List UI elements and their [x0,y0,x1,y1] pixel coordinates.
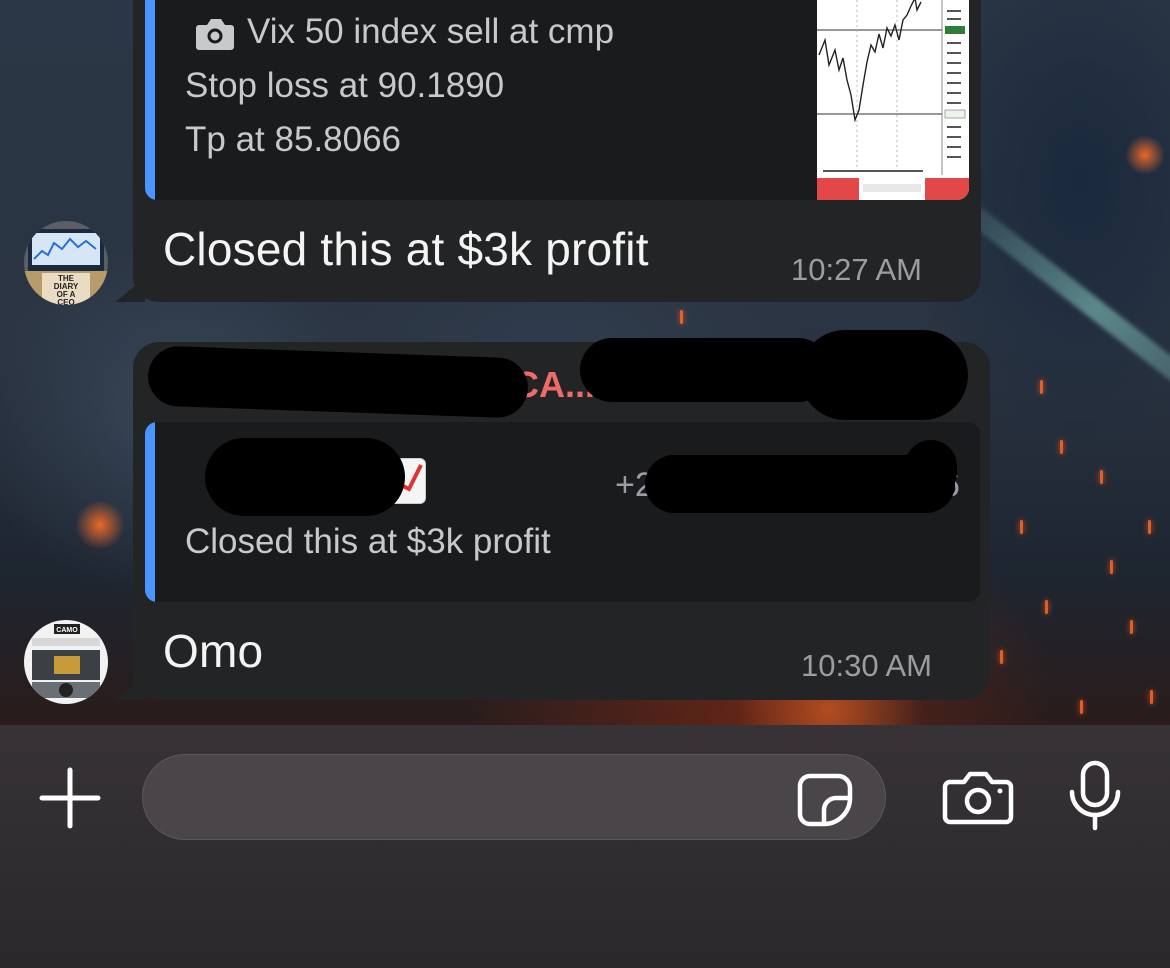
message-text: Closed this at $3k profit [163,223,649,275]
camera-icon[interactable] [942,770,1014,826]
quote-line-2: Stop loss at 90.1890 [185,66,505,105]
wallpaper-spark [1130,620,1133,634]
quoted-message[interactable]: Vix 50 index sell at cmp Stop loss at 90… [145,0,969,200]
message-timestamp: 10:30 AM [801,648,932,683]
message-input[interactable] [142,754,886,840]
wallpaper-spark [1150,690,1153,704]
message-text: Omo [163,625,264,677]
wallpaper-spark [1080,700,1083,714]
microphone-icon[interactable] [1066,760,1124,832]
redaction-mark [580,338,830,402]
wallpaper-spark [680,310,683,324]
sender-avatar[interactable]: THE DIARY OF A CEO [24,221,108,305]
wallpaper-spark [1100,470,1103,484]
avatar-image: THE DIARY OF A CEO [24,221,108,305]
wallpaper-spark [1000,650,1003,664]
wallpaper-spark [1040,380,1043,394]
svg-text:CAMO: CAMO [56,627,78,634]
avatar-image: CAMO [24,620,108,704]
wallpaper-spark [1060,440,1063,454]
wallpaper-spark [1148,520,1151,534]
quote-line-3: Tp at 85.8066 [185,120,401,159]
message-bubble[interactable]: Vix 50 index sell at cmp Stop loss at 90… [133,0,981,302]
wallpaper-spark [1045,600,1048,614]
wallpaper-spark [1110,560,1113,574]
wallpaper-ember-glow [1125,135,1165,175]
svg-text:CEO: CEO [57,298,74,305]
quote-accent-bar [145,422,155,602]
quote-line-1: Vix 50 index sell at cmp [247,12,615,51]
wallpaper-spark [1020,520,1023,534]
redaction-mark [205,438,405,516]
plus-icon[interactable] [38,766,102,830]
redaction-mark [905,440,957,498]
redaction-mark [800,330,968,420]
camera-icon [196,19,234,50]
chart-thumbnail[interactable] [817,0,969,200]
sender-avatar[interactable]: CAMO [24,620,108,704]
message-timestamp: 10:27 AM [791,252,922,287]
quote-accent-bar [145,0,155,200]
sticker-icon[interactable] [796,772,854,828]
wallpaper-ember-glow [75,500,125,550]
quote-text: Closed this at $3k profit [185,522,551,561]
